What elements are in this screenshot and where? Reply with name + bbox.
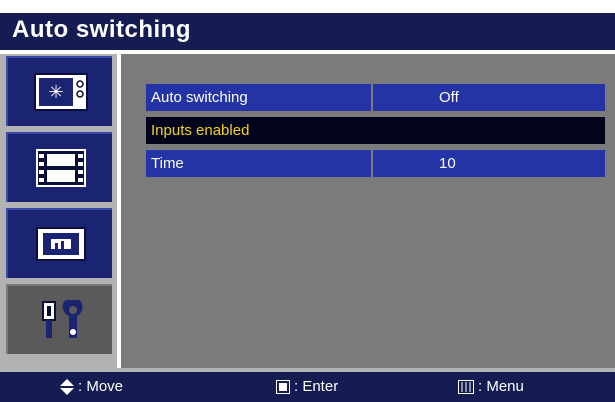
sidebar: ✳ <box>0 54 117 368</box>
title-bar: Auto switching <box>0 13 615 50</box>
sidebar-item-screen[interactable] <box>6 208 112 278</box>
hint-menu: : Menu <box>458 372 524 402</box>
menu-row-inputs-enabled[interactable]: Inputs enabled <box>146 117 605 144</box>
picture-settings-icon: ✳ <box>34 73 88 111</box>
menu-row-label: Auto switching <box>146 84 371 111</box>
menu-row-value: Off <box>373 84 605 111</box>
screen-display-icon <box>36 227 86 261</box>
hint-move: : Move <box>60 372 123 402</box>
enter-button-icon <box>276 380 290 395</box>
hint-enter-label: : Enter <box>294 378 339 395</box>
tools-icon <box>42 300 83 338</box>
menu-row-time[interactable]: Time 10 <box>146 150 605 177</box>
menu-button-icon <box>458 380 474 395</box>
hint-menu-label: : Menu <box>478 378 524 395</box>
sidebar-item-film[interactable] <box>6 132 112 202</box>
hint-move-label: : Move <box>78 378 124 395</box>
main-panel: Auto switching Off Inputs enabled Time 1… <box>121 54 615 368</box>
menu-row-label: Time <box>146 150 371 177</box>
up-down-arrows-icon <box>60 379 74 396</box>
page-title: Auto switching <box>12 16 191 43</box>
film-strip-icon <box>36 149 86 187</box>
menu-row-auto-switching[interactable]: Auto switching Off <box>146 84 605 111</box>
menu-row-value: 10 <box>373 150 605 177</box>
svg-text:✳: ✳ <box>48 82 63 103</box>
menu-row-label: Inputs enabled <box>146 117 605 144</box>
footer-bar: : Move : Enter : Menu <box>0 372 615 402</box>
sidebar-item-picture[interactable]: ✳ <box>6 56 112 126</box>
sidebar-item-tools[interactable] <box>6 284 112 354</box>
osd-menu: Auto switching ✳ Auto switching Off Inpu… <box>0 0 615 402</box>
hint-enter: : Enter <box>276 372 338 402</box>
